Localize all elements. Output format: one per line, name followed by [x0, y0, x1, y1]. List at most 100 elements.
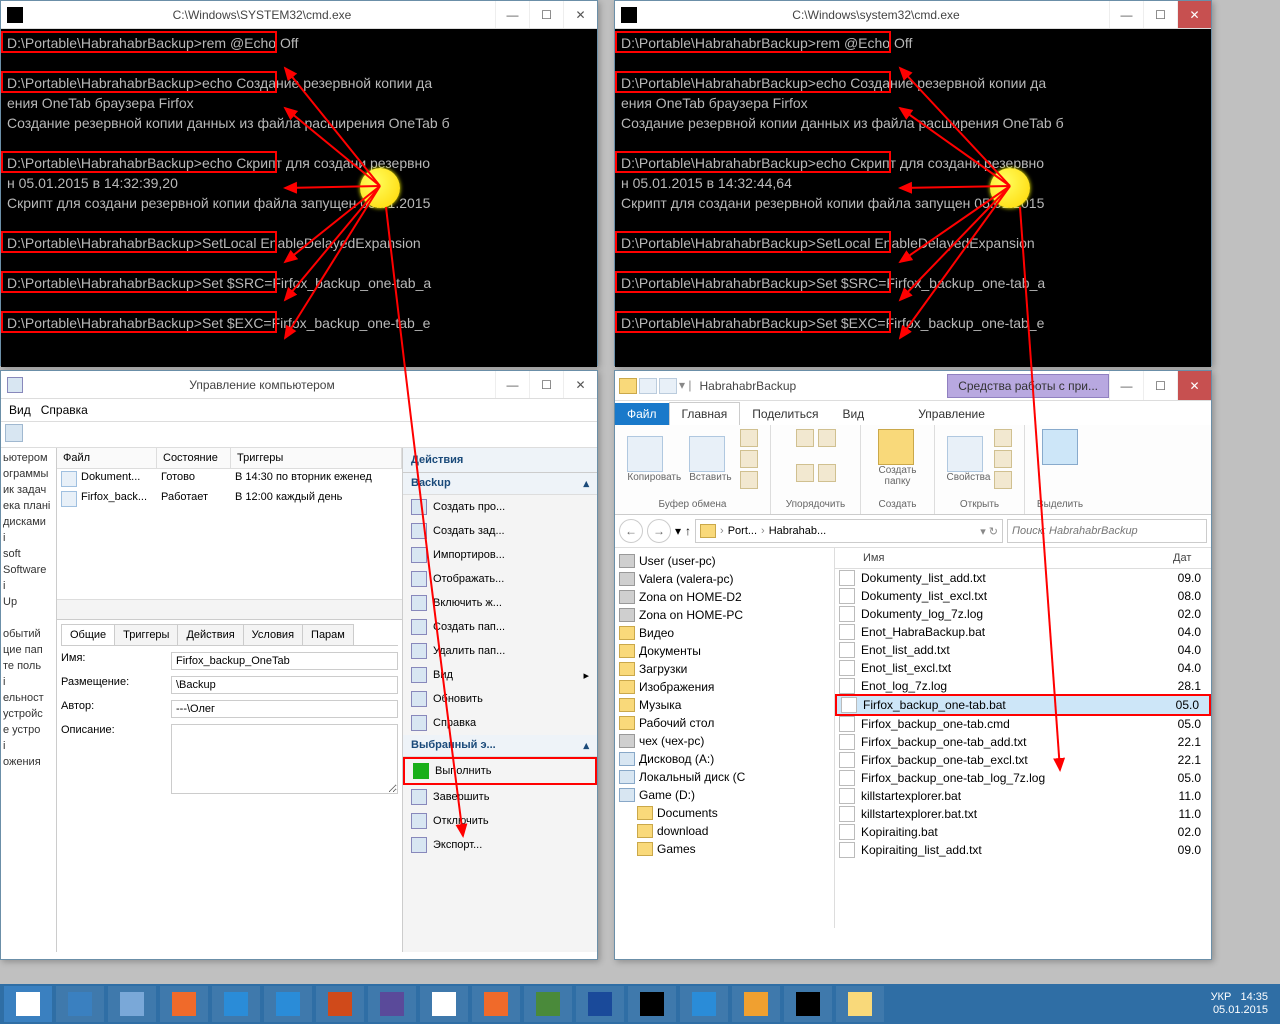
value-name[interactable]: Firfox_backup_OneTab: [171, 652, 398, 670]
file-row[interactable]: Firfox_backup_one-tab.cmd05.0: [835, 715, 1211, 733]
file-row[interactable]: Firfox_backup_one-tab_add.txt22.1: [835, 733, 1211, 751]
terminal-output[interactable]: D:\Portable\HabrahabrBackup>rem @Echo Of…: [615, 29, 1211, 367]
taskbar-app[interactable]: [524, 986, 572, 1022]
action-item[interactable]: Импортиров...: [403, 543, 597, 567]
action-item[interactable]: Включить ж...: [403, 591, 597, 615]
tray-date[interactable]: 05.01.2015: [1213, 1004, 1268, 1016]
moveto-icon[interactable]: [796, 429, 814, 447]
col-file[interactable]: Файл: [57, 448, 157, 468]
tree-node[interactable]: Games: [637, 840, 830, 858]
tab[interactable]: Триггеры: [114, 624, 178, 645]
file-row[interactable]: Enot_list_excl.txt04.0: [835, 659, 1211, 677]
tree-node[interactable]: Game (D:): [619, 786, 830, 804]
maximize-button[interactable]: ☐: [529, 371, 563, 398]
toolbar-icon[interactable]: [5, 424, 23, 442]
taskbar-app[interactable]: [680, 986, 728, 1022]
maximize-button[interactable]: ☐: [1143, 371, 1177, 400]
up-button[interactable]: ↑: [685, 524, 691, 538]
tab[interactable]: Парам: [302, 624, 354, 645]
paste-icon[interactable]: [689, 436, 725, 472]
toolbar[interactable]: [1, 422, 597, 448]
col-state[interactable]: Состояние: [157, 448, 231, 468]
qat-icon[interactable]: [659, 378, 677, 394]
cut-icon[interactable]: [740, 429, 758, 447]
taskbar-app[interactable]: [56, 986, 104, 1022]
tree-node[interactable]: Valera (valera-pc): [619, 570, 830, 588]
action-item[interactable]: Создать пап...: [403, 615, 597, 639]
taskbar[interactable]: УКР 14:35 05.01.2015: [0, 984, 1280, 1024]
tree-node[interactable]: Изображения: [619, 678, 830, 696]
titlebar[interactable]: C:\Windows\SYSTEM32\cmd.exe — ☐ ✕: [1, 1, 597, 29]
tree-node[interactable]: Музыка: [619, 696, 830, 714]
value-description[interactable]: [171, 724, 398, 794]
action-item[interactable]: Завершить: [403, 785, 597, 809]
tree-node[interactable]: Zona on HOME-PC: [619, 606, 830, 624]
terminal-output[interactable]: D:\Portable\HabrahabrBackup>rem @Echo Of…: [1, 29, 597, 367]
tree-node[interactable]: Документы: [619, 642, 830, 660]
close-button[interactable]: ✕: [563, 1, 597, 28]
shortcut-icon[interactable]: [740, 471, 758, 489]
taskbar-app[interactable]: [472, 986, 520, 1022]
rename-icon[interactable]: [818, 464, 836, 482]
copypath-icon[interactable]: [740, 450, 758, 468]
close-button[interactable]: ✕: [1177, 371, 1211, 400]
titlebar[interactable]: C:\Windows\system32\cmd.exe — ☐ ✕: [615, 1, 1211, 29]
taskbar-app[interactable]: [732, 986, 780, 1022]
taskbar-app[interactable]: [836, 986, 884, 1022]
tab-home[interactable]: Главная: [669, 402, 741, 425]
contextual-tab[interactable]: Средства работы с при...: [947, 374, 1109, 398]
minimize-button[interactable]: —: [495, 1, 529, 28]
task-list[interactable]: Dokument...ГотовоВ 14:30 по вторник ежен…: [57, 469, 402, 599]
file-row[interactable]: Firfox_backup_one-tab_excl.txt22.1: [835, 751, 1211, 769]
file-row[interactable]: Dokumenty_list_excl.txt08.0: [835, 587, 1211, 605]
col-name[interactable]: Имя: [857, 548, 1167, 568]
minimize-button[interactable]: —: [1109, 371, 1143, 400]
tab-file[interactable]: Файл: [615, 403, 669, 425]
back-button[interactable]: ←: [619, 519, 643, 543]
file-row[interactable]: Enot_list_add.txt04.0: [835, 641, 1211, 659]
file-row[interactable]: Firfox_backup_one-tab_log_7z.log05.0: [835, 769, 1211, 787]
copyto-icon[interactable]: [818, 429, 836, 447]
file-list[interactable]: Имя Дат Dokumenty_list_add.txt09.0Dokume…: [835, 548, 1211, 928]
qat-icon[interactable]: [639, 378, 657, 394]
system-tray[interactable]: УКР 14:35 05.01.2015: [1211, 991, 1276, 1017]
taskbar-app[interactable]: [420, 986, 468, 1022]
action-item[interactable]: Справка: [403, 711, 597, 735]
open-icon[interactable]: [994, 429, 1012, 447]
tab[interactable]: Общие: [61, 624, 115, 645]
computer-management-window[interactable]: Управление компьютером — ☐ ✕ Вид Справка…: [0, 370, 598, 960]
cmd-window-left[interactable]: C:\Windows\SYSTEM32\cmd.exe — ☐ ✕ D:\Por…: [0, 0, 598, 366]
breadcrumb[interactable]: ›Port... ›Habrahab... ▾ ↻: [695, 519, 1003, 543]
taskbar-app[interactable]: [264, 986, 312, 1022]
tree-node[interactable]: Локальный диск (C: [619, 768, 830, 786]
taskbar-app[interactable]: [628, 986, 676, 1022]
action-item[interactable]: Отключить: [403, 809, 597, 833]
nav-tree[interactable]: ьютеромограммыик задачека планідискамиіs…: [1, 448, 57, 952]
properties-icon[interactable]: [947, 436, 983, 472]
file-row[interactable]: Dokumenty_log_7z.log02.0: [835, 605, 1211, 623]
file-row[interactable]: killstartexplorer.bat.txt11.0: [835, 805, 1211, 823]
action-item[interactable]: Отображать...: [403, 567, 597, 591]
task-row[interactable]: Firfox_back...РаботаетВ 12:00 каждый ден…: [57, 489, 402, 509]
search-input[interactable]: [1007, 519, 1207, 543]
action-item[interactable]: Выполнить: [403, 757, 597, 785]
newfolder-icon[interactable]: [878, 429, 914, 465]
close-button[interactable]: ✕: [563, 371, 597, 398]
forward-button[interactable]: →: [647, 519, 671, 543]
titlebar[interactable]: Управление компьютером — ☐ ✕: [1, 371, 597, 399]
col-triggers[interactable]: Триггеры: [231, 448, 402, 468]
explorer-window[interactable]: ▾ | HabrahabrBackup Средства работы с пр…: [614, 370, 1212, 960]
nav-tree[interactable]: User (user-pc)Valera (valera-pc)Zona on …: [615, 548, 835, 928]
file-row[interactable]: Kopiraiting_list_add.txt09.0: [835, 841, 1211, 859]
file-row[interactable]: killstartexplorer.bat11.0: [835, 787, 1211, 805]
tree-node[interactable]: Дисковод (A:): [619, 750, 830, 768]
property-tabs[interactable]: ОбщиеТриггерыДействияУсловияПарам: [61, 624, 398, 646]
tab[interactable]: Действия: [177, 624, 243, 645]
taskbar-app[interactable]: [316, 986, 364, 1022]
action-item[interactable]: Удалить пап...: [403, 639, 597, 663]
file-row[interactable]: Enot_log_7z.log28.1: [835, 677, 1211, 695]
action-group-selected[interactable]: Выбранный э...▴: [403, 735, 597, 757]
minimize-button[interactable]: —: [495, 371, 529, 398]
tree-node[interactable]: download: [637, 822, 830, 840]
menu-help[interactable]: Справка: [41, 403, 88, 417]
